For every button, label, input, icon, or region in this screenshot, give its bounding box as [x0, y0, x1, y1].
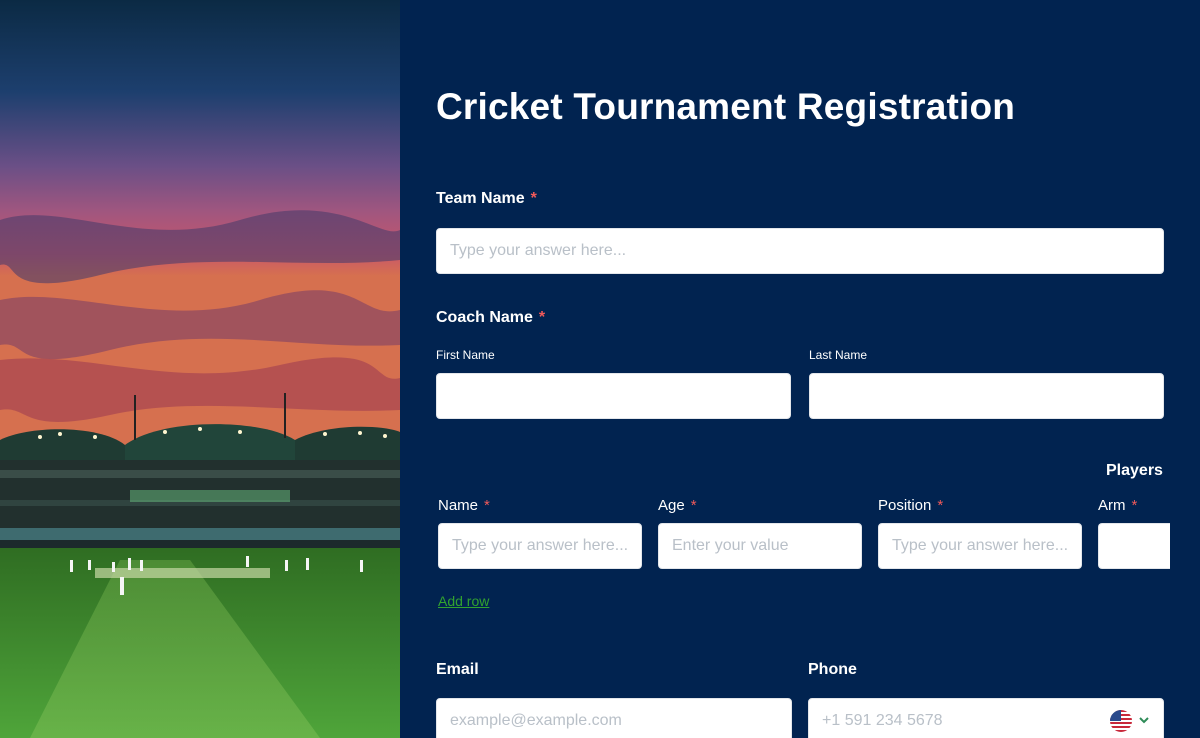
- column-label: Name: [438, 497, 479, 514]
- last-name-input[interactable]: [809, 373, 1164, 419]
- phone-input[interactable]: [809, 699, 1099, 738]
- last-name-label: Last Name: [809, 348, 868, 362]
- required-marker: *: [1131, 497, 1138, 514]
- player-position-input[interactable]: [878, 523, 1082, 569]
- player-name-input[interactable]: [438, 523, 642, 569]
- required-marker: *: [538, 309, 546, 326]
- team-name-input[interactable]: [436, 228, 1164, 274]
- first-name-label: First Name: [436, 348, 495, 362]
- players-label: Players: [1106, 462, 1163, 479]
- players-column-position: Position *: [878, 497, 943, 514]
- players-column-name: Name *: [438, 497, 490, 514]
- column-label: Age: [658, 497, 685, 514]
- phone-field: [808, 698, 1164, 738]
- required-marker: *: [937, 497, 944, 514]
- column-label: Arm: [1098, 497, 1126, 514]
- players-column-age: Age *: [658, 497, 697, 514]
- required-marker: *: [690, 497, 697, 514]
- first-name-input[interactable]: [436, 373, 791, 419]
- team-name-label: Team Name *: [436, 190, 537, 208]
- required-marker: *: [484, 497, 490, 514]
- us-flag-icon[interactable]: [1110, 710, 1132, 732]
- email-label: Email: [436, 661, 479, 678]
- player-arm-select[interactable]: [1098, 523, 1170, 569]
- registration-form-panel: Cricket Tournament Registration Team Nam…: [400, 0, 1200, 738]
- required-marker: *: [530, 190, 537, 207]
- hero-stadium-image: [0, 0, 400, 738]
- add-row-link[interactable]: Add row: [438, 593, 489, 609]
- players-column-arm: Arm *: [1098, 497, 1137, 514]
- chevron-down-icon[interactable]: [1137, 713, 1151, 727]
- column-label: Position: [878, 497, 932, 514]
- coach-name-label: Coach Name *: [436, 309, 545, 327]
- phone-label: Phone: [808, 661, 857, 678]
- player-age-input[interactable]: [658, 523, 862, 569]
- email-input[interactable]: [436, 698, 792, 738]
- coach-name-label-text: Coach Name: [436, 309, 533, 326]
- form-title: Cricket Tournament Registration: [436, 86, 1016, 127]
- team-name-label-text: Team Name: [436, 190, 525, 207]
